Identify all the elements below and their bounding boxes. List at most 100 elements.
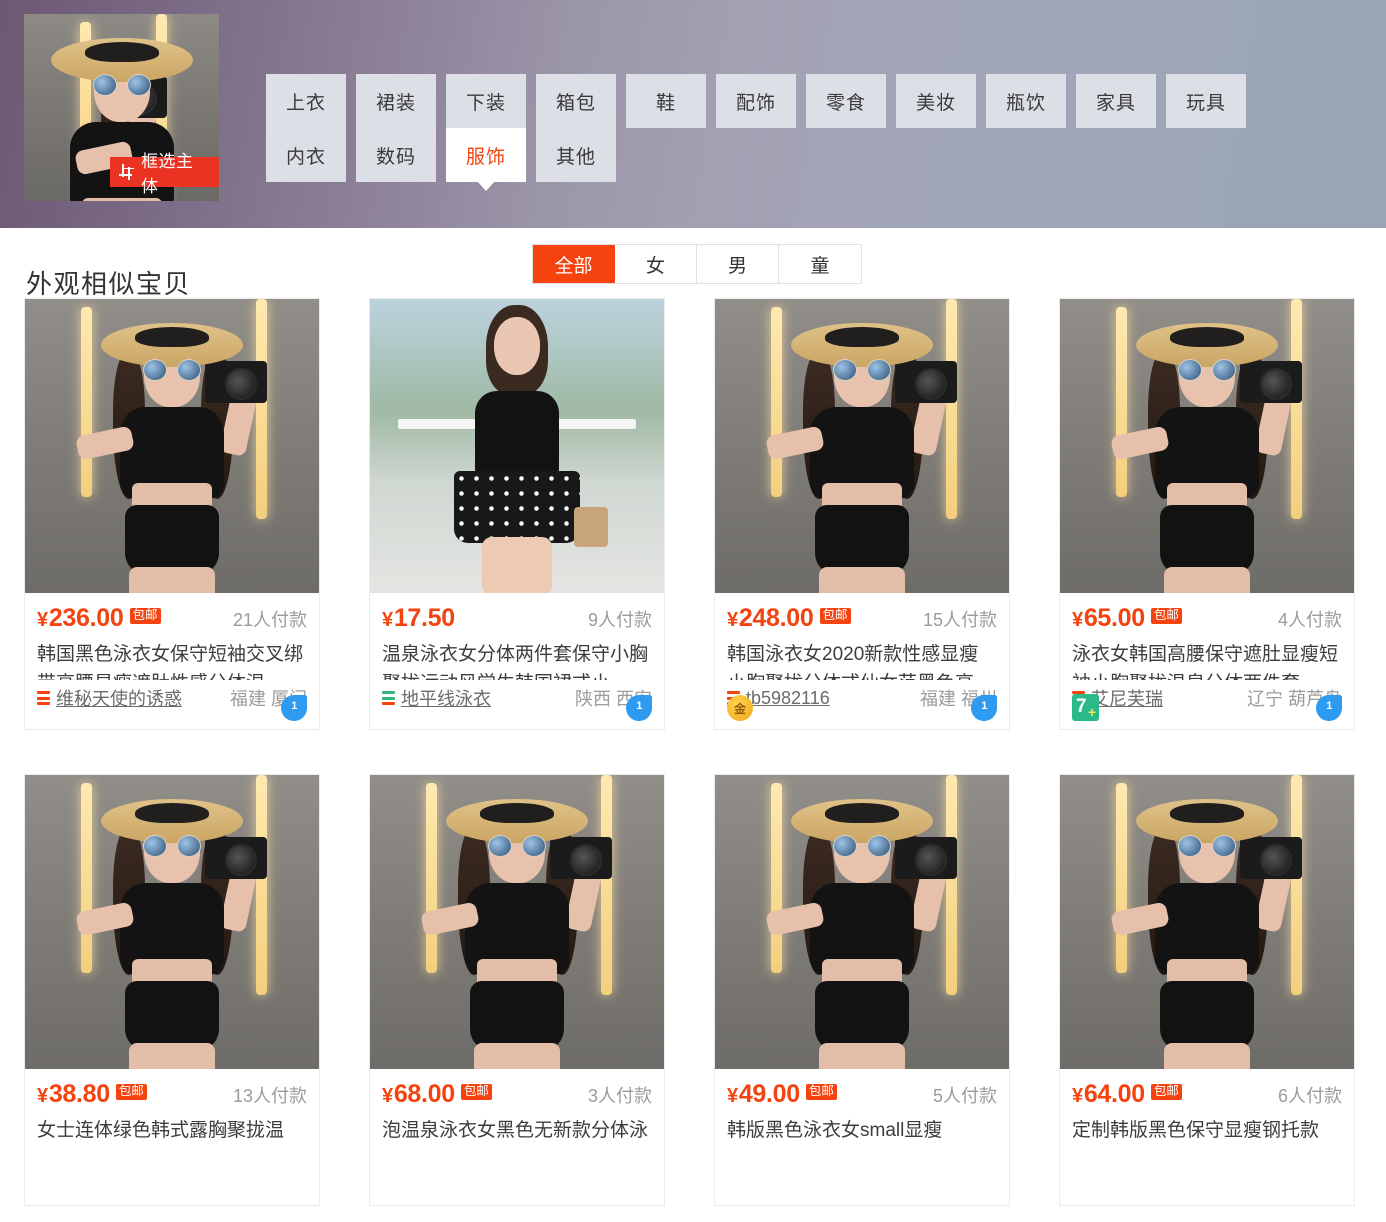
category-item-wanju[interactable]: 玩具 — [1166, 74, 1246, 128]
product-price: ¥38.80 — [37, 1080, 110, 1109]
selected-category-pointer-icon — [477, 181, 495, 191]
product-info: ¥65.00包邮4人付款泳衣女韩国高腰保守遮肚显瘦短袖小胸聚拢温泉分体两件套艾尼… — [1060, 593, 1354, 729]
product-info: ¥236.00 包邮 21人付款韩国黑色泳衣女保守短袖交叉绑带高腰显瘦遮肚性感分体温… — [25, 593, 319, 729]
crop-icon — [119, 164, 134, 180]
product-title[interactable]: 定制韩版黑色保守显瘦钢托款 — [1072, 1116, 1342, 1145]
category-label: 美妆 — [896, 74, 976, 128]
category-item-peishi[interactable]: 配饰 — [716, 74, 796, 128]
category-item-qita[interactable]: 其他 — [536, 128, 616, 182]
product-card[interactable]: ¥68.00包邮3人付款泡温泉泳衣女黑色无新款分体泳 — [369, 774, 665, 1206]
category-item-shuma[interactable]: 数码 — [356, 128, 436, 182]
product-image[interactable] — [715, 299, 1009, 593]
filter-men[interactable]: 男 — [697, 245, 779, 283]
product-price: ¥236.00 — [37, 604, 124, 633]
gender-filter-group: 全部 女 男 童 — [532, 244, 862, 284]
category-item-xiazhuang[interactable]: 下装 — [446, 74, 526, 128]
product-title[interactable]: 女士连体绿色韩式露胸聚拢温 — [37, 1116, 307, 1145]
category-cell-0[interactable]: 上衣 内衣 — [266, 74, 346, 182]
product-title[interactable]: 韩国黑色泳衣女保守短袖交叉绑带高腰显瘦遮肚性感分体温 — [37, 640, 307, 680]
gold-coin-badge: 金 — [727, 695, 753, 721]
category-cell-1[interactable]: 裙装 数码 — [356, 74, 436, 182]
product-info: ¥17.509人付款温泉泳衣女分体两件套保守小胸聚拢运动风学生韩国裙式小地平线泳… — [370, 593, 664, 729]
price-row: ¥17.509人付款 — [382, 604, 652, 633]
filter-all[interactable]: 全部 — [533, 245, 615, 283]
page-title: 外观相似宝贝 — [26, 264, 191, 301]
category-item-jiaju[interactable]: 家具 — [1076, 74, 1156, 128]
filter-women[interactable]: 女 — [615, 245, 697, 283]
category-cell-3[interactable]: 箱包 其他 — [536, 74, 616, 182]
water-drop-badge: 1 — [281, 695, 307, 721]
product-image[interactable] — [370, 775, 664, 1069]
product-card[interactable]: ¥65.00包邮4人付款泳衣女韩国高腰保守遮肚显瘦短袖小胸聚拢温泉分体两件套艾尼… — [1059, 298, 1355, 730]
product-title[interactable]: 泳衣女韩国高腰保守遮肚显瘦短袖小胸聚拢温泉分体两件套 — [1072, 640, 1342, 680]
product-image[interactable] — [370, 299, 664, 593]
free-shipping-badge: 包邮 — [130, 608, 161, 624]
paid-count: 5人付款 — [933, 1082, 997, 1108]
paid-count: 4人付款 — [1278, 606, 1342, 632]
crop-subject-label: 框选主体 — [141, 147, 207, 197]
badge-row — [1072, 1167, 1342, 1197]
badge-row: 金1 — [727, 691, 997, 721]
paid-count: 3人付款 — [588, 1082, 652, 1108]
product-photo — [25, 775, 319, 1069]
query-image-thumbnail[interactable]: 框选主体 — [24, 14, 219, 201]
badge-row: 1 — [37, 691, 307, 721]
product-card[interactable]: ¥38.80包邮13人付款女士连体绿色韩式露胸聚拢温 — [24, 774, 320, 1206]
category-item-xie[interactable]: 鞋 — [626, 74, 706, 128]
price-row: ¥65.00包邮4人付款 — [1072, 604, 1342, 633]
price-row: ¥38.80包邮13人付款 — [37, 1080, 307, 1109]
product-title[interactable]: 韩版黑色泳衣女small显瘦 — [727, 1116, 997, 1145]
product-info: ¥68.00包邮3人付款泡温泉泳衣女黑色无新款分体泳 — [370, 1069, 664, 1205]
filter-bar: 外观相似宝贝 全部 女 男 童 — [0, 228, 1386, 298]
crop-subject-button[interactable]: 框选主体 — [110, 157, 219, 187]
product-card[interactable]: ¥64.00 包邮 6人付款定制韩版黑色保守显瘦钢托款 — [1059, 774, 1355, 1206]
category-item-shangyi[interactable]: 上衣 — [266, 74, 346, 128]
price-row: ¥68.00包邮3人付款 — [382, 1080, 652, 1109]
product-title[interactable]: 温泉泳衣女分体两件套保守小胸聚拢运动风学生韩国裙式小 — [382, 640, 652, 680]
badge-row: 1 — [382, 691, 652, 721]
category-item-meizhuang[interactable]: 美妆 — [896, 74, 976, 128]
product-card[interactable]: ¥236.00 包邮 21人付款韩国黑色泳衣女保守短袖交叉绑带高腰显瘦遮肚性感分体温… — [24, 298, 320, 730]
category-item-qunzhuang[interactable]: 裙装 — [356, 74, 436, 128]
free-shipping-badge: 包邮 — [806, 1084, 837, 1100]
category-item-xiangbao[interactable]: 箱包 — [536, 74, 616, 128]
product-image[interactable] — [1060, 775, 1354, 1069]
free-shipping-badge: 包邮 — [1151, 1084, 1182, 1100]
product-info: ¥38.80包邮13人付款女士连体绿色韩式露胸聚拢温 — [25, 1069, 319, 1205]
filter-kids[interactable]: 童 — [779, 245, 861, 283]
water-drop-badge: 1 — [1316, 695, 1342, 721]
product-photo — [715, 299, 1009, 593]
product-price: ¥17.50 — [382, 604, 455, 633]
category-item-lingshi[interactable]: 零食 — [806, 74, 886, 128]
badge-row — [727, 1167, 997, 1197]
price-row: ¥248.00包邮15人付款 — [727, 604, 997, 633]
paid-count: 6人付款 — [1278, 1082, 1342, 1108]
paid-count: 15人付款 — [923, 606, 997, 632]
category-label: 零食 — [806, 74, 886, 128]
category-item-pingyin[interactable]: 瓶饮 — [986, 74, 1066, 128]
product-title[interactable]: 韩国泳衣女2020新款性感显瘦小胸聚拢分体式仙女范黑色高 — [727, 640, 997, 680]
product-info: ¥49.00 包邮 5人付款韩版黑色泳衣女small显瘦 — [715, 1069, 1009, 1205]
category-item-fushi-selected[interactable]: 服饰 — [446, 128, 526, 182]
product-card[interactable]: ¥248.00包邮15人付款韩国泳衣女2020新款性感显瘦小胸聚拢分体式仙女范黑… — [714, 298, 1010, 730]
product-image[interactable] — [25, 775, 319, 1069]
product-title[interactable]: 泡温泉泳衣女黑色无新款分体泳 — [382, 1116, 652, 1145]
category-item-neiyi[interactable]: 内衣 — [266, 128, 346, 182]
product-image[interactable] — [715, 775, 1009, 1069]
category-nav: 上衣 内衣 裙装 数码 下装 服饰 箱包 其他 鞋 配饰 零食 美妆 瓶饮 — [266, 74, 1246, 182]
price-row: ¥49.00 包邮 5人付款 — [727, 1080, 997, 1109]
product-price: ¥64.00 — [1072, 1080, 1145, 1109]
water-drop-badge: 1 — [626, 695, 652, 721]
product-price: ¥49.00 — [727, 1080, 800, 1109]
product-card[interactable]: ¥49.00 包邮 5人付款韩版黑色泳衣女small显瘦 — [714, 774, 1010, 1206]
paid-count: 13人付款 — [233, 1082, 307, 1108]
badge-row — [37, 1167, 307, 1197]
product-image[interactable] — [25, 299, 319, 593]
price-row: ¥64.00 包邮 6人付款 — [1072, 1080, 1342, 1109]
water-drop-badge: 1 — [971, 695, 997, 721]
product-image[interactable] — [1060, 299, 1354, 593]
product-card[interactable]: ¥17.509人付款温泉泳衣女分体两件套保守小胸聚拢运动风学生韩国裙式小地平线泳… — [369, 298, 665, 730]
category-cell-2[interactable]: 下装 服饰 — [446, 74, 526, 182]
paid-count: 21人付款 — [233, 606, 307, 632]
product-price: ¥68.00 — [382, 1080, 455, 1109]
